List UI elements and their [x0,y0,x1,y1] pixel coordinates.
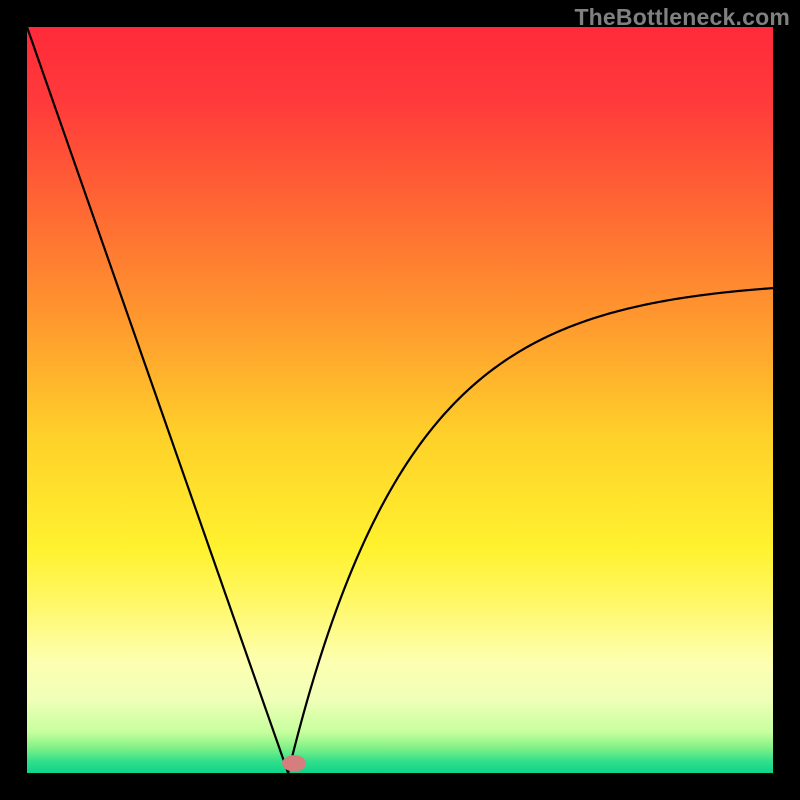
chart-stage: TheBottleneck.com [0,0,800,800]
chart-plot [27,27,773,773]
bottleneck-marker [282,755,306,771]
chart-background [27,27,773,773]
watermark-text: TheBottleneck.com [574,4,790,31]
chart-svg [27,27,773,773]
